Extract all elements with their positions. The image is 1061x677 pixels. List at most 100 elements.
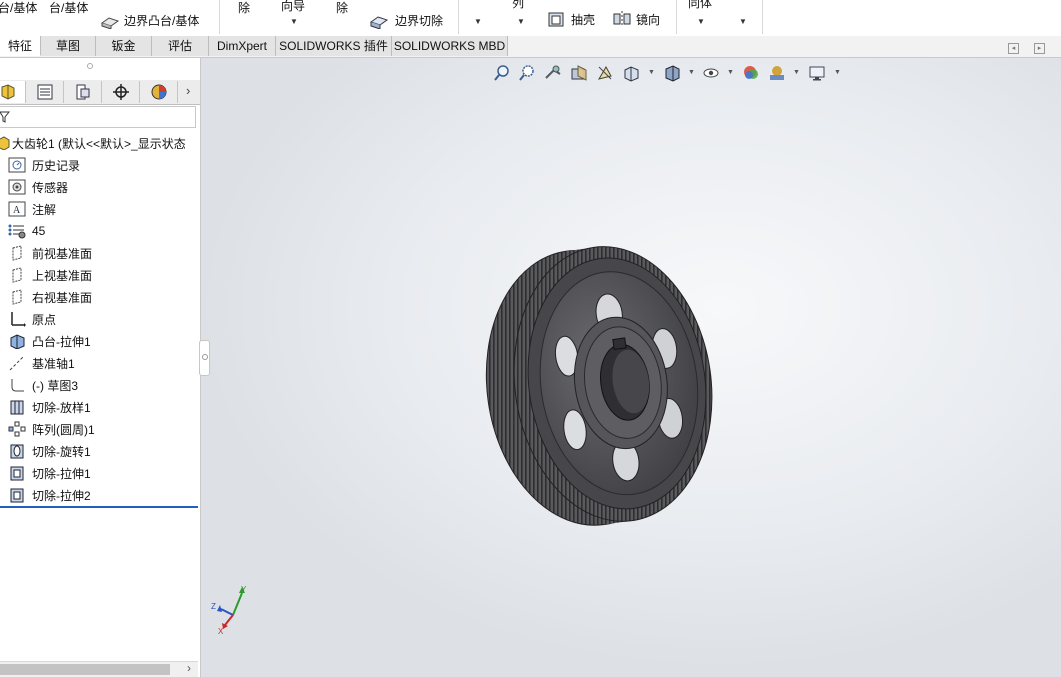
tree-item-axis1[interactable]: 基准轴1 bbox=[8, 353, 75, 373]
boundary-boss-label: 边界凸台/基体 bbox=[124, 14, 200, 28]
filter-icon bbox=[0, 111, 10, 123]
tree-item-label: 切除-拉伸1 bbox=[32, 466, 91, 481]
zoom-to-area-icon[interactable] bbox=[517, 63, 537, 83]
tree-item-cut-revolve1[interactable]: 切除-旋转1 bbox=[8, 441, 91, 461]
tree-item-sketch3[interactable]: (-) 草图3 bbox=[8, 375, 78, 395]
tab-property-manager[interactable] bbox=[26, 81, 64, 103]
tree-item-circular-pattern1[interactable]: 阵列(圆周)1 bbox=[8, 419, 95, 439]
boundary-cut-button[interactable]: 边界切除 bbox=[369, 12, 443, 29]
tab-display-manager[interactable] bbox=[140, 81, 178, 103]
horizontal-scrollbar[interactable]: › bbox=[0, 661, 198, 677]
tab-solidworks-mbd[interactable]: SOLIDWORKS MBD bbox=[392, 36, 508, 56]
tab-label: 评估 bbox=[167, 39, 192, 53]
tree-item-cut-loft1[interactable]: 切除-放样1 bbox=[8, 397, 91, 417]
tab-configuration-manager[interactable] bbox=[64, 81, 102, 103]
tree-item-top-plane[interactable]: 上视基准面 bbox=[8, 265, 92, 285]
ribbon-text-wizard[interactable]: 向导 bbox=[281, 0, 305, 14]
tab-solidworks-addins[interactable]: SOLIDWORKS 插件 bbox=[276, 36, 392, 56]
tree-item-label: 切除-放样1 bbox=[32, 400, 91, 415]
triad-z-label: Z bbox=[211, 602, 216, 611]
tree-item-label: 右视基准面 bbox=[32, 290, 93, 305]
expand-panel-icon[interactable]: ▸ bbox=[1034, 43, 1045, 54]
ribbon-text-body[interactable]: 同体 bbox=[688, 0, 712, 11]
tab-dimxpert-manager[interactable] bbox=[102, 81, 140, 103]
chevron-down-icon[interactable]: ▼ bbox=[517, 17, 525, 26]
chevron-down-icon[interactable]: ▼ bbox=[739, 17, 747, 26]
panel-splitter-handle[interactable] bbox=[199, 340, 210, 376]
boundary-boss-button[interactable]: 边界凸台/基体 bbox=[100, 12, 199, 29]
tab-dimxpert[interactable]: DimXpert bbox=[209, 36, 276, 56]
ribbon-separator bbox=[676, 0, 677, 34]
chevron-down-icon[interactable]: ▼ bbox=[290, 17, 298, 26]
tab-evaluate[interactable]: 评估 bbox=[152, 36, 209, 56]
chevron-down-icon[interactable]: ▼ bbox=[793, 69, 800, 76]
ribbon-text-boss-1[interactable]: 台/基体 bbox=[0, 0, 37, 16]
chevron-down-icon[interactable]: ▼ bbox=[697, 17, 705, 26]
rollback-bar[interactable] bbox=[0, 506, 198, 508]
annotation-icon: A bbox=[8, 201, 26, 217]
tree-item-sensors[interactable]: 传感器 bbox=[8, 177, 68, 197]
restore-panel-icon[interactable]: ◂ bbox=[1008, 43, 1019, 54]
tree-root-part[interactable]: 大齿轮1 (默认<<默认>_显示状态 bbox=[0, 134, 186, 152]
ribbon-text-cut-1[interactable]: 除 bbox=[238, 0, 250, 16]
chevron-down-icon[interactable]: ▼ bbox=[648, 69, 655, 76]
chevron-right-icon[interactable]: › bbox=[186, 83, 190, 98]
tree-item-label: 传感器 bbox=[32, 180, 69, 195]
tree-item-right-plane[interactable]: 右视基准面 bbox=[8, 287, 92, 307]
shell-icon bbox=[548, 12, 564, 27]
tree-item-history[interactable]: 历史记录 bbox=[8, 155, 80, 175]
previous-view-icon[interactable] bbox=[543, 63, 563, 83]
panel-grip-icon[interactable] bbox=[87, 63, 93, 69]
edit-appearance-icon[interactable] bbox=[741, 63, 761, 83]
ribbon-text-cut-2[interactable]: 除 bbox=[336, 0, 348, 16]
view-orientation-icon[interactable] bbox=[621, 63, 641, 83]
tree-filter-input[interactable] bbox=[0, 106, 196, 128]
tab-feature-manager[interactable] bbox=[0, 81, 26, 103]
graphics-area[interactable]: Y Z X bbox=[201, 58, 1061, 677]
tree-item-label: 注解 bbox=[32, 202, 57, 217]
triad-y-label: Y bbox=[241, 585, 247, 594]
tree-item-material[interactable]: 45 bbox=[8, 221, 45, 241]
display-style-icon[interactable] bbox=[662, 63, 682, 83]
chevron-down-icon[interactable]: ▼ bbox=[834, 69, 841, 76]
tree-item-annotations[interactable]: A 注解 bbox=[8, 199, 56, 219]
hide-show-items-icon[interactable] bbox=[701, 63, 721, 83]
tree-item-label: 前视基准面 bbox=[32, 246, 93, 261]
scroll-right-icon[interactable]: › bbox=[187, 661, 191, 675]
scrollbar-thumb[interactable] bbox=[0, 664, 170, 675]
ribbon-separator bbox=[458, 0, 459, 34]
origin-icon bbox=[8, 311, 26, 327]
mirror-button[interactable]: 镜向 bbox=[612, 10, 660, 28]
tab-sketch[interactable]: 草图 bbox=[41, 36, 96, 56]
plane-icon bbox=[8, 245, 26, 261]
cut-revolve-icon bbox=[8, 443, 26, 459]
zoom-to-fit-icon[interactable] bbox=[492, 63, 512, 83]
tree-item-origin[interactable]: 原点 bbox=[8, 309, 56, 329]
tree-item-cut-extrude1[interactable]: 切除-拉伸1 bbox=[8, 463, 91, 483]
tree-item-boss-extrude1[interactable]: 凸台-拉伸1 bbox=[8, 331, 91, 351]
section-view-icon[interactable] bbox=[569, 63, 589, 83]
tab-features[interactable]: 特征 bbox=[0, 36, 41, 56]
gear-model[interactable] bbox=[201, 58, 1061, 677]
boundary-boss-icon bbox=[100, 16, 120, 29]
plane-icon bbox=[8, 289, 26, 305]
axis-icon bbox=[8, 355, 26, 371]
chevron-down-icon[interactable]: ▼ bbox=[688, 69, 695, 76]
dynamic-annotation-icon[interactable] bbox=[595, 63, 615, 83]
ribbon-text-pattern[interactable]: 列 bbox=[512, 0, 524, 11]
tab-sheet-metal[interactable]: 钣金 bbox=[96, 36, 152, 56]
apply-scene-icon[interactable] bbox=[767, 63, 787, 83]
shell-button[interactable]: 抽壳 bbox=[547, 10, 595, 28]
tree-item-label: 基准轴1 bbox=[32, 356, 75, 371]
chevron-down-icon[interactable]: ▼ bbox=[727, 69, 734, 76]
tree-item-label: 原点 bbox=[32, 312, 57, 327]
tree-item-front-plane[interactable]: 前视基准面 bbox=[8, 243, 92, 263]
tab-label: DimXpert bbox=[216, 39, 267, 53]
tree-item-cut-extrude2[interactable]: 切除-拉伸2 bbox=[8, 485, 91, 505]
tree-item-label: 切除-旋转1 bbox=[32, 444, 91, 459]
chevron-down-icon[interactable]: ▼ bbox=[474, 17, 482, 26]
cut-extrude-icon bbox=[8, 465, 26, 481]
view-settings-icon[interactable] bbox=[807, 63, 827, 83]
history-icon bbox=[8, 157, 26, 173]
ribbon-text-boss-2[interactable]: 台/基体 bbox=[49, 0, 88, 16]
